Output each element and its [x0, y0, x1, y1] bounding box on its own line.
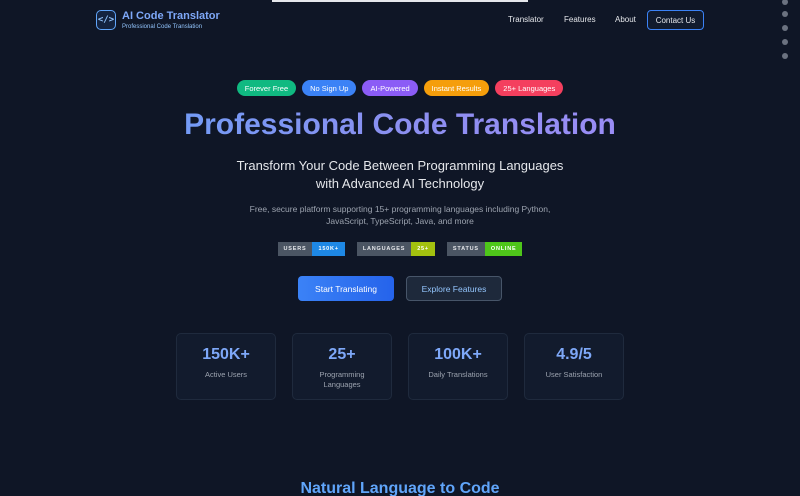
shield-languages: LANGUAGES 25+ [356, 242, 435, 256]
nav-features[interactable]: Features [564, 15, 596, 24]
section-dot[interactable] [782, 53, 788, 59]
shield-key: USERS [277, 242, 313, 256]
stat-card-users: 150K+ Active Users [176, 333, 276, 400]
stat-value: 25+ [328, 346, 356, 363]
stat-value: 4.9/5 [556, 346, 592, 363]
explore-features-button[interactable]: Explore Features [406, 276, 502, 301]
shield-value: 25+ [411, 242, 435, 256]
stat-card-satisfaction: 4.9/5 User Satisfaction [524, 333, 624, 400]
contact-us-button[interactable]: Contact Us [647, 10, 704, 30]
hero-subtitle-line: Transform Your Code Between Programming … [236, 158, 564, 173]
shield-value: 150K+ [312, 242, 345, 256]
stat-value: 150K+ [202, 346, 250, 363]
section-dot[interactable] [782, 25, 788, 31]
site-header: </> AI Code Translator Professional Code… [0, 0, 800, 40]
nav-translator[interactable]: Translator [508, 15, 544, 24]
stat-label: Active Users [204, 370, 248, 379]
stat-card-translations: 100K+ Daily Translations [408, 333, 508, 400]
start-translating-button[interactable]: Start Translating [298, 276, 394, 301]
section-title: Natural Language to Code [300, 480, 500, 496]
hero-description: Free, secure platform supporting 15+ pro… [0, 203, 800, 227]
badge-instant-results: Instant Results [423, 80, 490, 96]
hero-description-line: Free, secure platform supporting 15+ pro… [249, 204, 551, 214]
feature-badges: Forever Free No Sign Up AI-Powered Insta… [0, 80, 800, 96]
status-shields: USERS 150K+ LANGUAGES 25+ STATUS ONLINE [0, 242, 800, 256]
badge-languages: 25+ Languages [495, 80, 564, 96]
hero-subtitle-line: with Advanced AI Technology [315, 176, 485, 191]
brand-subtitle: Professional Code Translation [122, 24, 203, 30]
shield-key: STATUS [446, 242, 485, 256]
badge-forever-free: Forever Free [236, 80, 297, 96]
hero-description-line: JavaScript, TypeScript, Java, and more [326, 216, 474, 226]
code-icon[interactable]: </> [96, 10, 116, 30]
stat-value: 100K+ [434, 346, 482, 363]
stat-label: Daily Translations [428, 370, 488, 379]
stat-card-languages: 25+ Programming Languages [292, 333, 392, 400]
stat-label: Programming Languages [319, 370, 365, 389]
hero-subtitle: Transform Your Code Between Programming … [0, 157, 800, 193]
shield-users: USERS 150K+ [277, 242, 345, 256]
section-dot[interactable] [782, 11, 788, 17]
badge-ai-powered: AI-Powered [362, 80, 418, 96]
shield-status: STATUS ONLINE [446, 242, 523, 256]
shield-key: LANGUAGES [356, 242, 412, 256]
section-dot[interactable] [782, 39, 788, 45]
brand-title[interactable]: AI Code Translator [122, 10, 220, 22]
shield-value: ONLINE [484, 242, 523, 256]
stat-label: User Satisfaction [545, 370, 603, 379]
badge-no-sign-up: No Sign Up [302, 80, 357, 96]
nav-about[interactable]: About [615, 15, 636, 24]
hero-title: Professional Code Translation [0, 108, 800, 142]
